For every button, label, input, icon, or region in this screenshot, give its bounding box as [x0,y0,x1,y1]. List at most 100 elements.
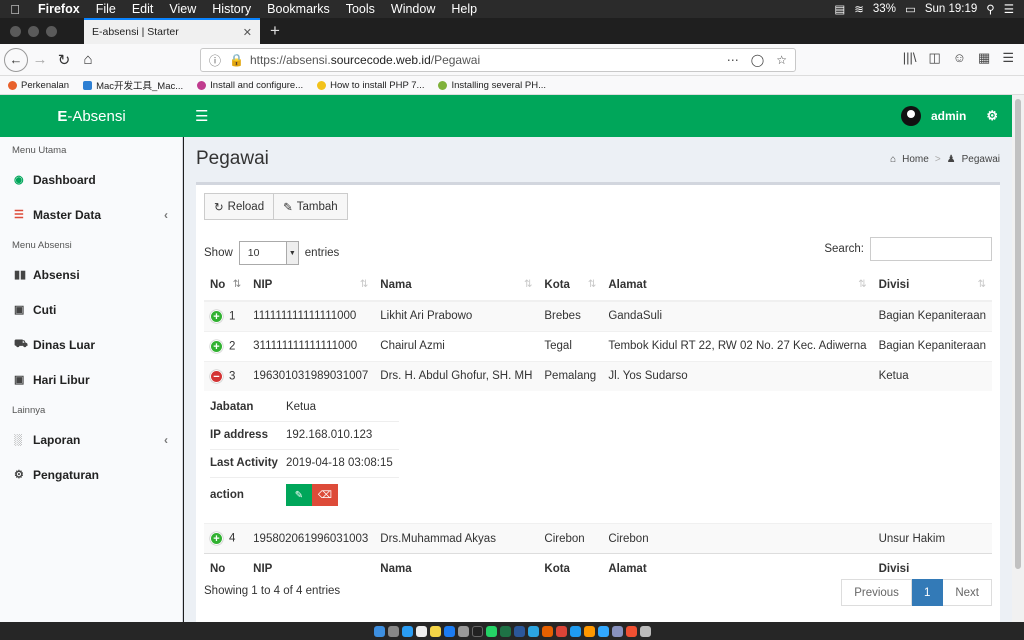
sidebar-item-laporan[interactable]: ░ Laporan ‹ [0,422,182,457]
pocket-icon[interactable]: ◯ [751,53,764,67]
app-store-icon[interactable] [443,625,455,637]
home-button[interactable]: ⌂ [76,51,100,68]
column-header-alamat[interactable]: Alamat ⇅ [602,270,873,302]
url-bar[interactable]: ⓘ 🔒 https://absensi.sourcecode.web.id/Pe… [200,48,796,72]
scrollbar-thumb[interactable] [1015,99,1021,569]
sidebar-toggle-icon[interactable]: ◫ [928,50,940,66]
back-button[interactable]: ← [4,47,28,72]
reload-button[interactable]: ↻ Reload [204,193,275,220]
firefox-icon[interactable] [541,625,553,637]
table-row[interactable]: −3 196301031989031007 Drs. H. Abdul Ghof… [204,360,992,391]
library-icon[interactable]: |||\ [903,50,917,66]
menu-file[interactable]: File [88,2,124,16]
table-row[interactable]: +1 111111111111111000 Likhit Ari Prabowo… [204,300,992,331]
page-actions-icon[interactable]: ⋯ [727,53,739,67]
battery-percent[interactable]: 33% [873,3,896,15]
sublime-icon[interactable] [583,625,595,637]
hamburger-menu-icon[interactable]: ☰ [1002,50,1014,66]
calendar-app-icon[interactable] [415,625,427,637]
sidebar-toggle-button[interactable]: ☰ [195,107,208,125]
sidebar-item-dinas-luar[interactable]: ⛟ Dinas Luar [0,327,182,362]
url-text[interactable]: https://absensi.sourcecode.web.id/Pegawa… [250,53,480,67]
sidebar-item-master-data[interactable]: ☰ Master Data ‹ [0,197,182,232]
expand-row-icon[interactable]: + [210,339,223,353]
battery-icon[interactable]: ▭ [905,2,916,16]
safari-icon[interactable] [401,625,413,637]
bookmark-item[interactable]: Mac开发工具_Mac... [75,78,189,92]
settings-icon[interactable] [457,625,469,637]
menu-window[interactable]: Window [383,2,443,16]
expand-row-icon[interactable]: + [210,309,223,323]
close-tab-icon[interactable]: ✕ [243,26,252,39]
control-center-icon[interactable]: ☰ [1004,2,1014,16]
launchpad-icon[interactable] [387,625,399,637]
menu-history[interactable]: History [204,2,259,16]
finder-icon[interactable] [373,625,385,637]
menu-help[interactable]: Help [443,2,485,16]
page-button[interactable]: 1 [911,579,944,606]
sidebar-item-dashboard[interactable]: ◉ Dashboard [0,162,182,197]
avatar[interactable] [901,106,921,126]
menu-tools[interactable]: Tools [338,2,383,16]
column-header-nip[interactable]: NIP ⇅ [247,270,375,302]
sidebar-item-cuti[interactable]: ▣ Cuti [0,292,182,327]
page-size-select[interactable]: 10 ▼ [238,241,299,265]
telegram-icon[interactable] [527,625,539,637]
browser-tab[interactable]: E-absensi | Starter ✕ [84,18,260,44]
trash-bin-icon[interactable] [639,625,651,637]
edit-button[interactable]: ✎ [285,484,312,507]
photoshop-icon[interactable] [597,625,609,637]
collapse-row-icon[interactable]: − [210,369,223,383]
previous-page-button[interactable]: Previous [841,579,912,606]
delete-button[interactable]: ⌫ [311,484,338,507]
menu-bookmarks[interactable]: Bookmarks [259,2,338,16]
column-header-divisi[interactable]: Divisi ⇅ [872,270,992,302]
table-row[interactable]: +4 195802061996031003 Drs.Muhammad Akyas… [204,523,992,554]
extension-icon[interactable]: ▦ [978,50,990,66]
menu-view[interactable]: View [161,2,204,16]
minimize-window-button[interactable] [28,25,39,37]
column-header-nama[interactable]: Nama ⇅ [374,270,539,302]
column-header-kota[interactable]: Kota ⇅ [538,270,603,302]
app-logo[interactable]: E-Absensi [0,108,183,125]
git-icon[interactable] [625,625,637,637]
table-row[interactable]: +2 311111111111111000 Chairul Azmi Tegal… [204,330,992,361]
vscode-icon[interactable] [569,625,581,637]
bookmark-item[interactable]: Installing several PH... [430,80,552,91]
chrome-icon[interactable] [555,625,567,637]
bookmark-item[interactable]: Perkenalan [0,80,75,91]
forward-button[interactable]: → [28,51,52,68]
search-input[interactable] [870,237,992,261]
info-icon[interactable]: ⓘ [209,52,221,69]
user-name[interactable]: admin [931,109,966,123]
zoom-window-button[interactable] [46,25,57,37]
close-window-button[interactable] [10,25,21,37]
breadcrumb-home[interactable]: Home [902,154,929,165]
notes-icon[interactable] [429,625,441,637]
account-icon[interactable]: ☺ [953,50,966,66]
php-icon[interactable] [611,625,623,637]
menu-edit[interactable]: Edit [124,2,162,16]
reload-page-button[interactable]: ↻ [52,51,76,69]
excel-icon[interactable] [499,625,511,637]
sidebar-item-hari-libur[interactable]: ▣ Hari Libur [0,362,182,397]
new-tab-button[interactable]: + [270,21,280,41]
expand-row-icon[interactable]: + [210,532,223,545]
next-page-button[interactable]: Next [943,579,992,606]
terminal-icon[interactable] [471,625,483,637]
menu-app-name[interactable]: Firefox [30,2,88,16]
sidebar-item-pengaturan[interactable]: ⚙ Pengaturan [0,457,182,492]
bookmark-item[interactable]: Install and configure... [189,80,309,91]
spotlight-icon[interactable]: ⚲ [986,2,994,16]
clock[interactable]: Sun 19:19 [925,3,977,15]
page-scrollbar[interactable] [1012,95,1024,622]
add-button[interactable]: ✎ Tambah [274,193,348,220]
word-icon[interactable] [513,625,525,637]
notification-icon[interactable]: ▤ [834,2,845,16]
sidebar-item-absensi[interactable]: ▮▮ Absensi [0,257,182,292]
wifi-icon[interactable]: ≋ [854,2,864,16]
gears-icon[interactable]: ⚙ [986,108,998,124]
whatsapp-icon[interactable] [485,625,497,637]
bookmark-star-icon[interactable]: ☆ [776,53,787,67]
column-header-no[interactable]: No ⇅ [204,270,248,302]
